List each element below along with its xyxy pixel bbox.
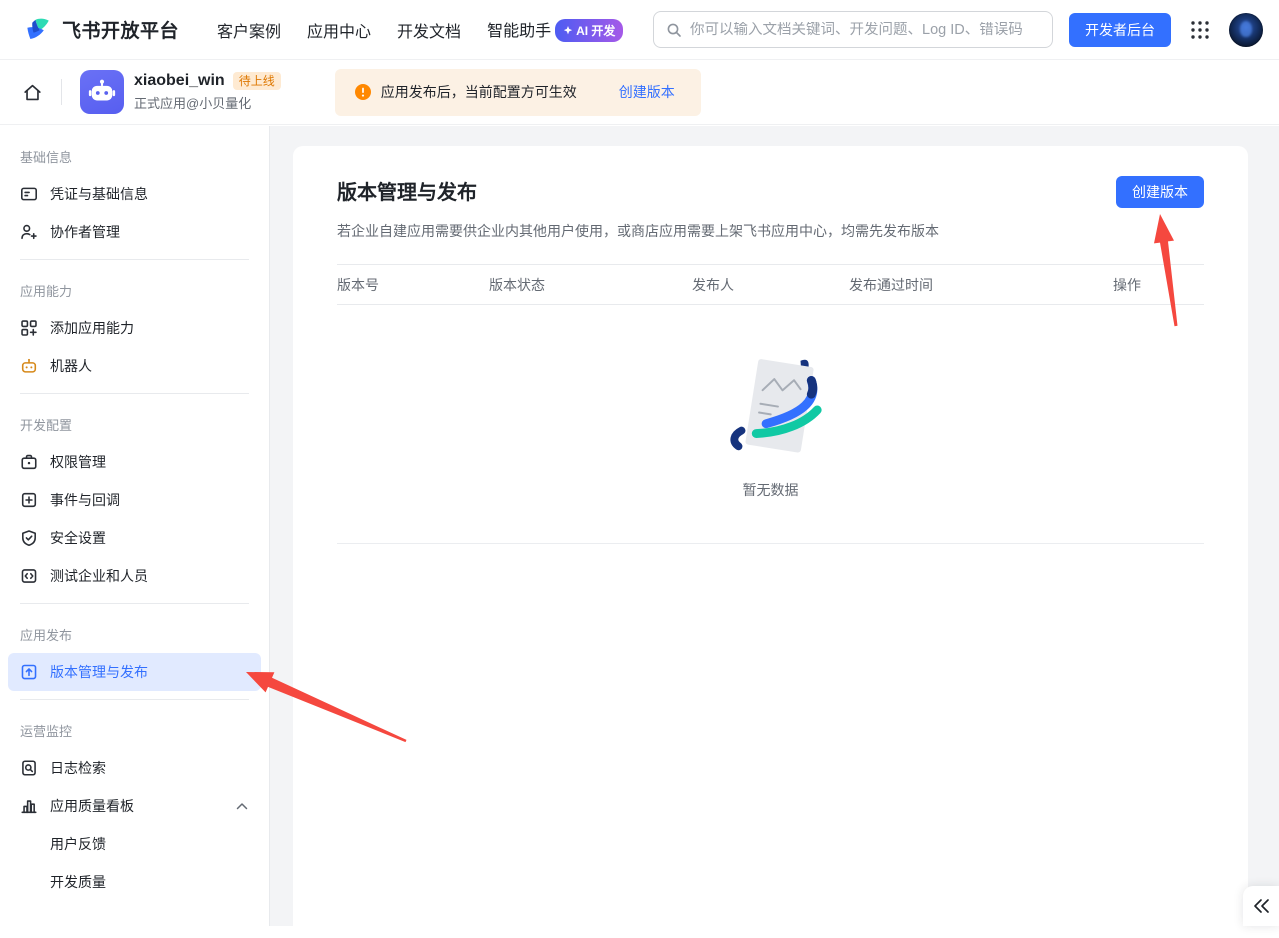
test-org-code-icon [20,567,38,585]
section-label-basic-info: 基础信息 [0,134,269,175]
version-publish-icon [20,663,38,681]
sidebar-item-credentials[interactable]: 凭证与基础信息 [8,175,261,213]
sidebar-item-test-org[interactable]: 测试企业和人员 [8,557,261,595]
section-label-dev-config: 开发配置 [0,402,269,443]
sidebar-item-user-feedback[interactable]: 用户反馈 [8,825,261,863]
sidebar: 基础信息 凭证与基础信息 协作者管理 应用能力 [0,126,270,926]
app-avatar[interactable] [80,70,124,114]
empty-illustration [712,348,830,466]
status-badge: 待上线 [233,72,281,90]
nav-link-docs[interactable]: 开发文档 [397,18,461,42]
top-navbar: 飞书开放平台 客户案例 应用中心 开发文档 智能助手AI 开发 开发者后台 [0,0,1279,60]
nav-links: 客户案例 应用中心 开发文档 智能助手AI 开发 [217,17,623,43]
banner-text: 应用发布后，当前配置方可生效 [381,82,577,102]
security-shield-icon [20,529,38,547]
brand-name: 飞书开放平台 [62,16,179,43]
feishu-logo-icon [24,15,54,45]
log-search-icon [20,759,38,777]
global-search[interactable] [653,11,1053,48]
divider [20,603,249,604]
section-label-ops-monitoring: 运营监控 [0,708,269,749]
empty-state: 暂无数据 [337,305,1204,544]
section-label-capabilities: 应用能力 [0,268,269,309]
versions-table-header: 版本号 版本状态 发布人 发布通过时间 操作 [337,264,1204,305]
sidebar-item-bot[interactable]: 机器人 [8,347,261,385]
warning-icon [355,84,371,100]
version-management-card: 版本管理与发布 创建版本 若企业自建应用需要供企业内其他用户使用，或商店应用需要… [293,146,1248,938]
section-label-app-release: 应用发布 [0,612,269,653]
create-version-button[interactable]: 创建版本 [1116,176,1204,208]
app-header-bar: xiaobei_win 待上线 正式应用@小贝量化 应用发布后，当前配置方可生效… [0,60,1279,125]
quality-dashboard-icon [20,797,38,815]
app-name: xiaobei_win [134,72,225,90]
sidebar-item-collaborators[interactable]: 协作者管理 [8,213,261,251]
sidebar-item-security[interactable]: 安全设置 [8,519,261,557]
search-input[interactable] [690,22,1040,38]
robot-app-icon [87,77,117,107]
divider [20,259,249,260]
app-subtitle: 正式应用@小贝量化 [134,93,281,112]
sidebar-item-log-search[interactable]: 日志检索 [8,749,261,787]
sidebar-item-version-management[interactable]: 版本管理与发布 [8,653,261,691]
main-area: 版本管理与发布 创建版本 若企业自建应用需要供企业内其他用户使用，或商店应用需要… [270,126,1279,926]
add-capability-icon [20,319,38,337]
page-title: 版本管理与发布 [337,176,477,205]
col-publish-time: 发布通过时间 [849,275,1113,295]
event-callback-icon [20,491,38,509]
collapse-panel-button[interactable] [1243,886,1279,926]
brand[interactable]: 飞书开放平台 [24,15,179,45]
sidebar-item-events[interactable]: 事件与回调 [8,481,261,519]
sidebar-item-dev-quality[interactable]: 开发质量 [8,863,261,901]
ai-dev-badge: AI 开发 [555,19,623,42]
nav-link-assistant[interactable]: 智能助手AI 开发 [487,17,623,43]
divider [20,393,249,394]
page-description: 若企业自建应用需要供企业内其他用户使用，或商店应用需要上架飞书应用中心，均需先发… [337,221,1204,241]
sidebar-item-permissions[interactable]: 权限管理 [8,443,261,481]
sparkle-icon [563,26,573,36]
col-actions: 操作 [1113,275,1204,295]
user-avatar[interactable] [1229,13,1263,47]
divider [61,79,62,105]
collaborator-icon [20,223,38,241]
col-version-number: 版本号 [337,275,489,295]
permission-icon [20,453,38,471]
publish-warning-banner: 应用发布后，当前配置方可生效 创建版本 [335,69,701,116]
col-publisher: 发布人 [692,275,849,295]
double-chevron-left-icon [1252,898,1270,914]
home-icon[interactable] [22,82,43,103]
apps-grid-icon[interactable] [1189,19,1211,41]
developer-console-button[interactable]: 开发者后台 [1069,13,1171,47]
app-meta: xiaobei_win 待上线 正式应用@小贝量化 [134,72,281,112]
divider [20,699,249,700]
robot-icon [20,357,38,375]
sidebar-item-add-capability[interactable]: 添加应用能力 [8,309,261,347]
banner-create-version-link[interactable]: 创建版本 [619,82,675,102]
nav-link-app-center[interactable]: 应用中心 [307,18,371,42]
col-version-status: 版本状态 [489,275,692,295]
chevron-up-icon[interactable] [235,801,249,812]
empty-text: 暂无数据 [743,480,799,500]
sidebar-item-quality-dashboard[interactable]: 应用质量看板 [8,787,261,825]
search-icon [666,22,682,38]
credential-icon [20,185,38,203]
nav-link-cases[interactable]: 客户案例 [217,18,281,42]
